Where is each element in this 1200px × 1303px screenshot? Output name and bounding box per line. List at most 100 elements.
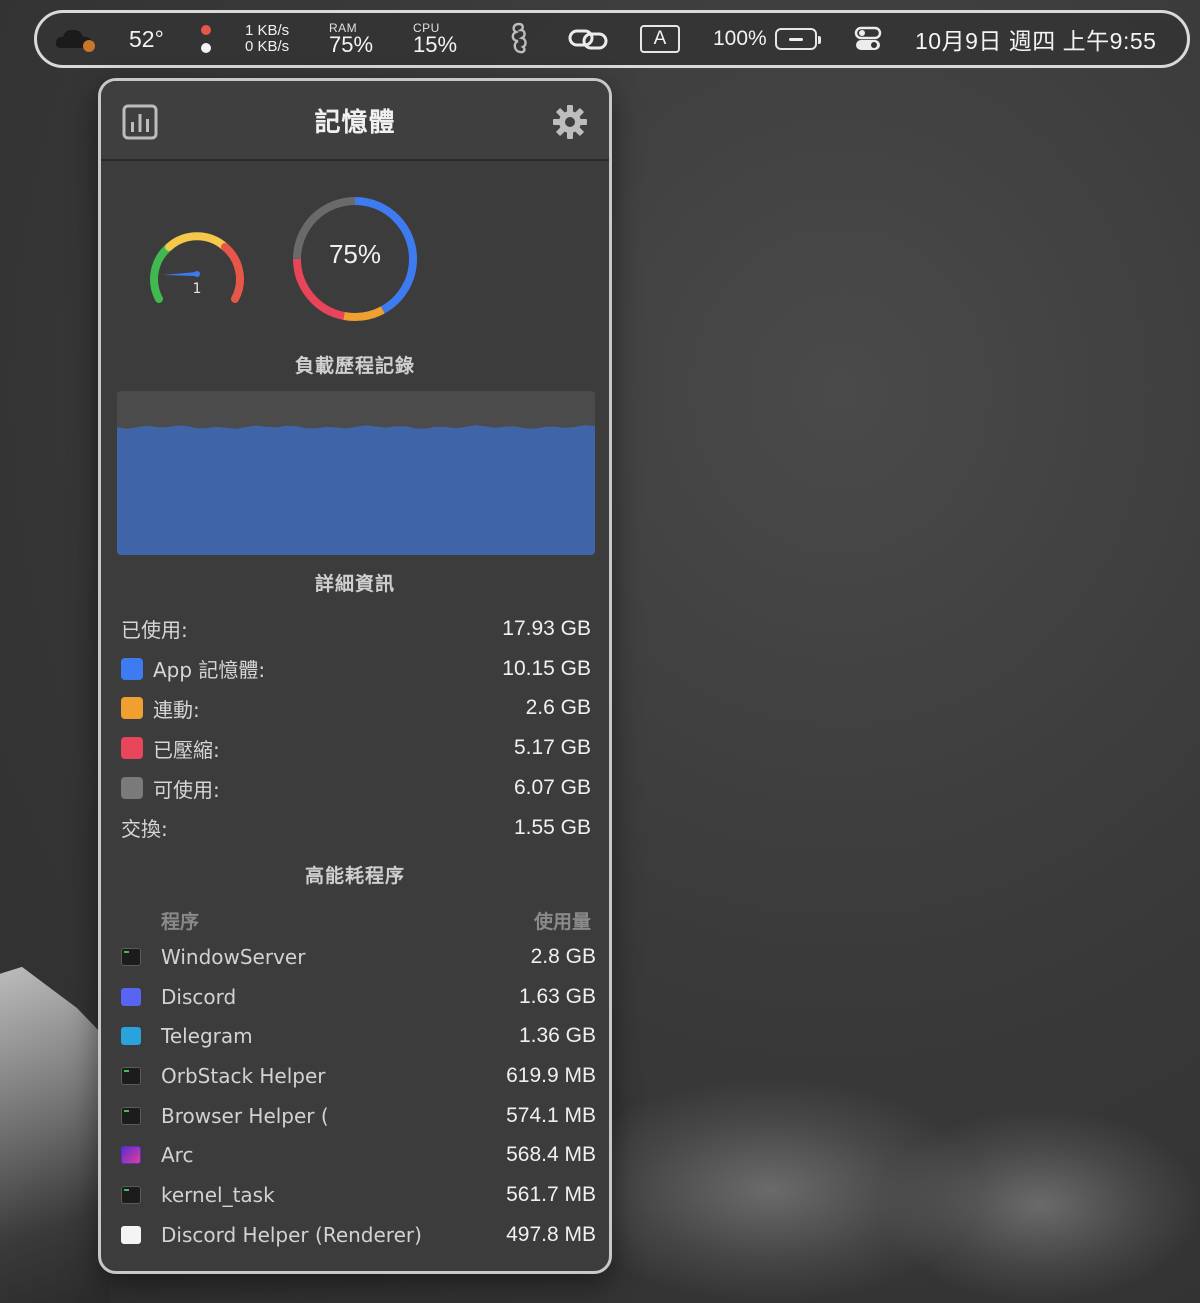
detail-label: 可使用: <box>153 777 220 802</box>
process-name: Arc <box>161 1143 194 1168</box>
net-down-text: 0 KB/s <box>245 38 290 55</box>
process-name-group: OrbStack Helper <box>121 1064 326 1088</box>
cloud-weather-icon[interactable] <box>53 13 99 65</box>
detail-label: 已使用: <box>121 618 188 643</box>
process-name-group: Discord <box>121 985 236 1009</box>
background-cloud <box>880 1110 1200 1300</box>
detail-label-group: App 記憶體: <box>121 654 265 683</box>
process-name: OrbStack Helper <box>161 1063 326 1088</box>
process-usage: 497.8 MB <box>506 1222 596 1246</box>
process-name: Discord Helper (Renderer) <box>161 1222 422 1247</box>
details-title: 詳細資訊 <box>314 573 395 595</box>
battery-percent-text[interactable]: 100% <box>713 13 767 65</box>
process-name-group: Arc <box>121 1143 193 1167</box>
app-icon <box>121 987 141 1006</box>
memory-ring: 75% <box>289 193 421 325</box>
memory-percent: 75% <box>328 239 382 269</box>
detail-row: 交換: 1.55 GB <box>121 808 591 848</box>
process-column-header[interactable]: 程序 <box>161 907 199 934</box>
app-icon <box>121 1066 141 1085</box>
datetime-text[interactable]: 10月9日 週四 上午9:55 <box>915 13 1156 65</box>
ram-stat[interactable]: RAM 75% <box>329 13 373 65</box>
detail-value: 5.17 GB <box>513 736 591 760</box>
link-icon[interactable] <box>567 13 609 65</box>
cpu-value: 15% <box>413 32 458 57</box>
app-icon <box>121 1106 141 1125</box>
process-name: kernel_task <box>161 1182 275 1207</box>
load-gauge: 1 <box>147 225 247 315</box>
input-source-text: A <box>640 25 680 53</box>
detail-label-group: 交換: <box>121 813 168 842</box>
net-up-text: 1 KB/s <box>245 22 290 39</box>
panel-header: 記憶體 <box>101 81 609 161</box>
process-name: Discord <box>161 984 237 1009</box>
menu-bar: 52° 1 KB/s 0 KB/s RAM 75% CPU 15% A 100%… <box>34 10 1190 68</box>
activity-chart-icon[interactable] <box>121 103 159 141</box>
legend-swatch <box>121 737 143 760</box>
status-dots-icon[interactable] <box>201 13 211 65</box>
background-mountain <box>0 966 110 1303</box>
usage-column-header[interactable]: 使用量 <box>534 907 591 934</box>
network-speed[interactable]: 1 KB/s 0 KB/s <box>245 13 289 65</box>
detail-row: App 記憶體: 10.15 GB <box>121 649 591 689</box>
control-center-icon[interactable] <box>853 13 883 65</box>
load-history-chart <box>117 391 595 555</box>
gear-icon[interactable] <box>551 103 589 141</box>
process-usage: 574.1 MB <box>506 1103 596 1127</box>
temperature-text[interactable]: 52° <box>129 13 164 65</box>
battery-icon[interactable] <box>775 13 821 65</box>
detail-label-group: 連動: <box>121 694 200 723</box>
history-area <box>117 425 595 555</box>
process-row[interactable]: Discord Helper (Renderer) 497.8 MB <box>121 1215 596 1255</box>
detail-label: 已壓縮: <box>153 737 220 762</box>
process-row[interactable]: Browser Helper ( 574.1 MB <box>121 1096 596 1136</box>
keyboard-input-icon[interactable]: A <box>640 13 680 65</box>
detail-label-group: 已壓縮: <box>121 734 220 763</box>
detail-label-group: 已使用: <box>121 614 188 643</box>
process-row[interactable]: kernel_task 561.7 MB <box>121 1175 596 1215</box>
process-name-group: WindowServer <box>121 945 305 969</box>
app-icon <box>121 1146 141 1165</box>
panel-title: 記憶體 <box>314 107 396 138</box>
seahorse-icon[interactable] <box>507 13 531 65</box>
process-name-group: Telegram <box>121 1024 253 1048</box>
process-usage: 1.63 GB <box>518 984 596 1008</box>
detail-label: 連動: <box>153 697 200 722</box>
app-icon <box>121 1027 141 1046</box>
process-row[interactable]: Discord 1.63 GB <box>121 977 596 1017</box>
detail-row: 已使用: 17.93 GB <box>121 609 591 649</box>
cpu-stat[interactable]: CPU 15% <box>413 13 457 65</box>
process-usage: 2.8 GB <box>530 944 596 968</box>
process-row[interactable]: Telegram 1.36 GB <box>121 1016 596 1056</box>
detail-row: 連動: 2.6 GB <box>121 689 591 729</box>
detail-value: 10.15 GB <box>502 656 591 680</box>
process-usage: 1.36 GB <box>518 1024 596 1048</box>
process-name-group: kernel_task <box>121 1183 275 1207</box>
history-title: 負載歷程記錄 <box>294 355 415 377</box>
legend-swatch <box>121 657 143 680</box>
process-name-group: Discord Helper (Renderer) <box>121 1223 422 1247</box>
process-list: WindowServer 2.8 GB Discord 1.63 GB Telegram… <box>121 937 596 1255</box>
legend-swatch <box>121 697 143 720</box>
process-name-group: Browser Helper ( <box>121 1104 329 1128</box>
process-row[interactable]: WindowServer 2.8 GB <box>121 937 596 977</box>
history-area-fill <box>117 425 595 555</box>
detail-value: 2.6 GB <box>525 696 591 720</box>
app-icon <box>121 1225 141 1244</box>
ram-value: 75% <box>329 32 374 57</box>
detail-row: 可使用: 6.07 GB <box>121 768 591 808</box>
process-name: Browser Helper ( <box>161 1103 329 1128</box>
process-name: WindowServer <box>161 944 306 969</box>
legend-swatch <box>121 777 143 800</box>
process-table-header: 程序 使用量 <box>161 907 591 934</box>
detail-row: 已壓縮: 5.17 GB <box>121 728 591 768</box>
gauge-row: 1 75% <box>101 189 609 329</box>
process-usage: 561.7 MB <box>506 1182 596 1206</box>
detail-list: 已使用: 17.93 GB App 記憶體: 10.15 GB 連動: 2.6 GB 已壓縮… <box>121 609 591 848</box>
process-row[interactable]: Arc 568.4 MB <box>121 1135 596 1175</box>
process-row[interactable]: OrbStack Helper 619.9 MB <box>121 1056 596 1096</box>
process-usage: 568.4 MB <box>506 1143 596 1167</box>
detail-label: App 記憶體: <box>153 658 266 683</box>
app-icon <box>121 947 141 966</box>
detail-label-group: 可使用: <box>121 774 220 803</box>
